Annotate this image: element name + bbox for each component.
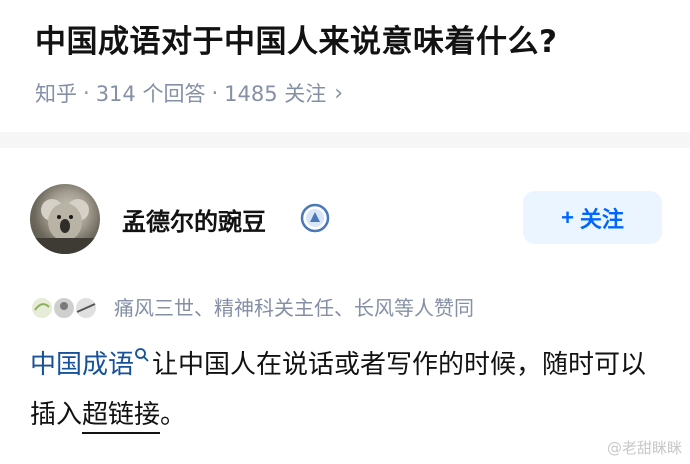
koala-avatar-icon bbox=[30, 199, 100, 254]
source-label: 知乎 bbox=[35, 82, 77, 106]
author-name[interactable]: 孟德尔的豌豆 bbox=[122, 202, 266, 237]
chevron-right-icon: › bbox=[334, 80, 344, 106]
question-meta[interactable]: 知乎 · 314 个回答 · 1485 关注 › bbox=[35, 78, 343, 108]
section-divider bbox=[0, 132, 690, 148]
answers-count: 314 个回答 bbox=[95, 82, 206, 106]
followers-count: 1485 关注 bbox=[224, 82, 327, 106]
follow-label: 关注 bbox=[579, 206, 624, 232]
meta-separator: · bbox=[211, 81, 219, 105]
verified-badge-icon bbox=[300, 203, 330, 233]
hyperlink-text[interactable]: 超链接 bbox=[82, 400, 161, 434]
voters-avatars-icon bbox=[30, 296, 98, 320]
follow-button[interactable]: + 关注 bbox=[523, 191, 662, 244]
answer-content[interactable]: 中国成语 让中国人在说话或者写作的时候，随时可以插入超链接。 bbox=[30, 340, 650, 440]
question-title[interactable]: 中国成语对于中国人来说意味着什么? bbox=[35, 16, 557, 61]
content-period: 。 bbox=[160, 400, 187, 430]
watermark: @老甜眯眯 bbox=[606, 439, 682, 457]
answer-card: 孟德尔的豌豆 + 关注 痛风三世、精神科关主任、长风等人赞同 中国成语 让中国人在… bbox=[0, 148, 690, 464]
search-icon[interactable] bbox=[134, 347, 150, 363]
idiom-link[interactable]: 中国成语 bbox=[30, 350, 134, 380]
voters-text: 痛风三世、精神科关主任、长风等人赞同 bbox=[114, 296, 474, 320]
plus-icon: + bbox=[561, 204, 574, 230]
avatar[interactable] bbox=[30, 184, 100, 254]
meta-separator: · bbox=[83, 81, 90, 105]
question-header: 中国成语对于中国人来说意味着什么? 知乎 · 314 个回答 · 1485 关注… bbox=[0, 0, 690, 132]
